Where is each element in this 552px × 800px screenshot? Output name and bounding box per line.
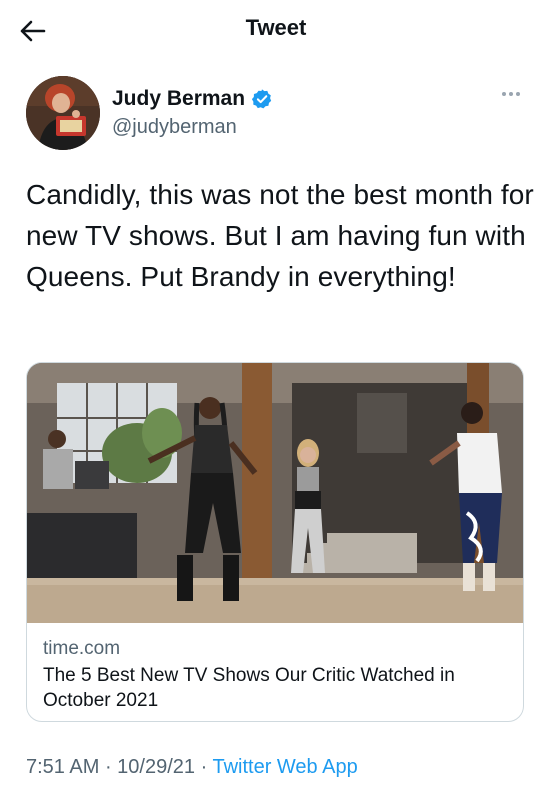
card-photo [27, 363, 523, 623]
tweet-time[interactable]: 7:51 AM [26, 756, 99, 778]
tweet-page: Tweet Judy Berman @judyberman Candidly, … [0, 0, 552, 800]
verified-badge-icon [251, 89, 272, 109]
top-bar: Tweet [0, 0, 552, 62]
page-title: Tweet [245, 15, 307, 40]
more-dot [502, 92, 506, 96]
card-image [27, 363, 523, 623]
card-domain: time.com [43, 638, 121, 659]
card-title: The 5 Best New TV Shows Our Critic Watch… [43, 665, 455, 711]
tweet-date[interactable]: 10/29/21 [117, 756, 195, 778]
tweet-text: Candidly, this was not the best month fo… [26, 179, 534, 292]
more-options-button[interactable] [496, 84, 526, 104]
more-dot [516, 92, 520, 96]
author-handle[interactable]: @judyberman [112, 116, 237, 139]
meta-separator: · [195, 756, 213, 778]
avatar-image [26, 76, 100, 150]
tweet-meta: 7:51 AM · 10/29/21 · Twitter Web App [26, 756, 358, 779]
tweet-source-link[interactable]: Twitter Web App [212, 756, 357, 778]
author-name[interactable]: Judy Berman [112, 87, 273, 111]
more-dot [509, 92, 513, 96]
avatar[interactable] [26, 76, 100, 150]
author-name-text: Judy Berman [112, 87, 246, 110]
link-card[interactable]: time.com The 5 Best New TV Shows Our Cri… [26, 362, 524, 722]
meta-separator: · [99, 756, 118, 778]
